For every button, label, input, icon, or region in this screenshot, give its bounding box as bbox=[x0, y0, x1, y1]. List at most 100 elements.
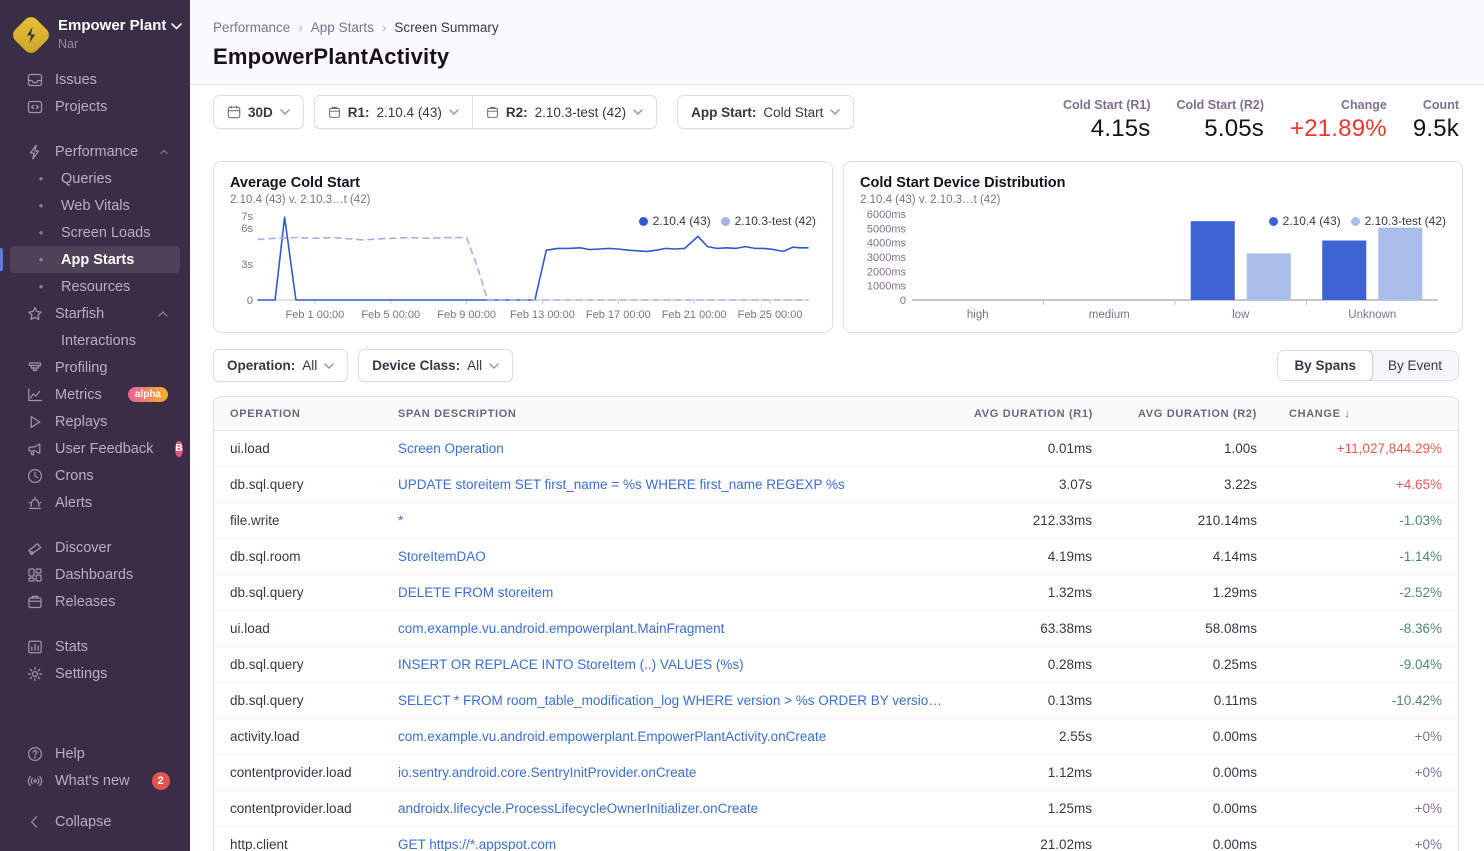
sidebar-item-screen-loads[interactable]: •Screen Loads bbox=[10, 219, 180, 246]
date-range-filter[interactable]: 30D bbox=[213, 95, 304, 129]
cell-span-description[interactable]: UPDATE storeitem SET first_name = %s WHE… bbox=[382, 467, 958, 503]
stat-change: Change+21.89% bbox=[1290, 98, 1387, 143]
release-r2-label: R2: bbox=[506, 105, 528, 120]
app-start-type-filter[interactable]: App Start: Cold Start bbox=[677, 95, 854, 129]
sidebar-item-label: User Feedback bbox=[55, 441, 153, 457]
svg-text:Feb 9 00:00: Feb 9 00:00 bbox=[437, 309, 496, 321]
cell-span-description[interactable]: androidx.lifecycle.ProcessLifecycleOwner… bbox=[382, 791, 958, 827]
app-root: Empower Plant Nar IssuesProjects Performa… bbox=[0, 0, 1484, 851]
badge-what-s-new: 2 bbox=[152, 772, 170, 790]
cell-operation: contentprovider.load bbox=[214, 755, 382, 791]
cell-span-description[interactable]: * bbox=[382, 503, 958, 539]
cell-span-description[interactable]: Screen Operation bbox=[382, 431, 958, 467]
cell-change: +4.65% bbox=[1273, 467, 1458, 503]
column-header-description[interactable]: SPAN DESCRIPTION bbox=[382, 397, 958, 431]
breadcrumb: Performance › App Starts › Screen Summar… bbox=[213, 20, 1459, 35]
sidebar-item-discover[interactable]: Discover bbox=[10, 534, 180, 561]
cell-span-description[interactable]: com.example.vu.android.empowerplant.Empo… bbox=[382, 719, 958, 755]
sidebar-item-dashboards[interactable]: Dashboards bbox=[10, 561, 180, 588]
releases-icon bbox=[26, 594, 44, 610]
sidebar-item-user-feedback[interactable]: User FeedbackB bbox=[10, 435, 180, 462]
sidebar-item-interactions[interactable]: Interactions bbox=[10, 327, 180, 354]
device-class-filter[interactable]: Device Class: All bbox=[358, 349, 513, 382]
cell-span-description[interactable]: DELETE FROM storeitem bbox=[382, 575, 958, 611]
sidebar-item-help[interactable]: Help bbox=[10, 740, 180, 767]
sidebar-item-settings[interactable]: Settings bbox=[10, 660, 180, 687]
chevron-down-icon bbox=[633, 109, 643, 115]
cell-span-description[interactable]: com.example.vu.android.empowerplant.Main… bbox=[382, 611, 958, 647]
svg-text:Feb 25 00:00: Feb 25 00:00 bbox=[738, 309, 803, 321]
sidebar-item-releases[interactable]: Releases bbox=[10, 588, 180, 615]
cell-avg-duration-r1: 0.28ms bbox=[958, 647, 1108, 683]
cell-span-description[interactable]: INSERT OR REPLACE INTO StoreItem (..) VA… bbox=[382, 647, 958, 683]
cell-span-description[interactable]: StoreItemDAO bbox=[382, 539, 958, 575]
starfish-icon bbox=[26, 306, 44, 322]
cell-avg-duration-r2: 1.29ms bbox=[1108, 575, 1273, 611]
sidebar-item-profiling[interactable]: Profiling bbox=[10, 354, 180, 381]
cell-avg-duration-r1: 63.38ms bbox=[958, 611, 1108, 647]
bullet-icon: • bbox=[32, 171, 50, 186]
cell-avg-duration-r2: 210.14ms bbox=[1108, 503, 1273, 539]
sidebar-item-collapse[interactable]: Collapse bbox=[10, 808, 180, 835]
sidebar-item-starfish[interactable]: Starfish bbox=[10, 300, 180, 327]
legend-dot-icon bbox=[1269, 217, 1278, 226]
cell-avg-duration-r2: 1.00s bbox=[1108, 431, 1273, 467]
svg-text:Feb 5 00:00: Feb 5 00:00 bbox=[361, 309, 420, 321]
issues-icon bbox=[26, 72, 44, 88]
sidebar-item-projects[interactable]: Projects bbox=[10, 93, 180, 120]
column-header-operation[interactable]: OPERATION bbox=[214, 397, 382, 431]
operation-filter[interactable]: Operation: All bbox=[213, 349, 348, 382]
table-row: contentprovider.loadio.sentry.android.co… bbox=[214, 755, 1458, 791]
legend-item[interactable]: 2.10.3-test (42) bbox=[721, 214, 816, 228]
profiling-icon bbox=[26, 360, 44, 376]
sidebar-item-issues[interactable]: Issues bbox=[10, 66, 180, 93]
cell-avg-duration-r1: 1.32ms bbox=[958, 575, 1108, 611]
sidebar-item-web-vitals[interactable]: •Web Vitals bbox=[10, 192, 180, 219]
legend-item[interactable]: 2.10.4 (43) bbox=[639, 214, 711, 228]
sidebar-item-metrics[interactable]: Metricsalpha bbox=[10, 381, 180, 408]
operation-filter-value: All bbox=[302, 358, 317, 373]
toggle-by-event[interactable]: By Event bbox=[1372, 351, 1458, 380]
column-header-avg-r1[interactable]: AVG DURATION (R1) bbox=[958, 397, 1108, 431]
sidebar-item-stats[interactable]: Stats bbox=[10, 633, 180, 660]
legend-item[interactable]: 2.10.4 (43) bbox=[1269, 214, 1341, 228]
sidebar-item-queries[interactable]: • Queries bbox=[10, 165, 180, 192]
cell-span-description[interactable]: SELECT * FROM room_table_modification_lo… bbox=[382, 683, 958, 719]
column-header-change[interactable]: CHANGE ↓ bbox=[1273, 397, 1458, 431]
cell-change: -1.03% bbox=[1273, 503, 1458, 539]
release-r2-filter[interactable]: R2: 2.10.3-test (42) bbox=[473, 96, 656, 128]
svg-text:0: 0 bbox=[900, 295, 906, 307]
sidebar-item-crons[interactable]: Crons bbox=[10, 462, 180, 489]
sidebar-item-alerts[interactable]: Alerts bbox=[10, 489, 180, 516]
spans-table: OPERATION SPAN DESCRIPTION AVG DURATION … bbox=[213, 396, 1459, 851]
breadcrumb-app-starts[interactable]: App Starts bbox=[311, 20, 374, 35]
cell-span-description[interactable]: io.sentry.android.core.SentryInitProvide… bbox=[382, 755, 958, 791]
release-icon bbox=[486, 106, 499, 119]
sidebar-item-label: App Starts bbox=[61, 252, 134, 268]
sidebar-item-label: Replays bbox=[55, 414, 107, 430]
table-row: db.sql.queryUPDATE storeitem SET first_n… bbox=[214, 467, 1458, 503]
table-row: ui.loadScreen Operation0.01ms1.00s+11,02… bbox=[214, 431, 1458, 467]
sidebar-item-resources[interactable]: •Resources bbox=[10, 273, 180, 300]
sidebar-item-app-starts[interactable]: •App Starts bbox=[10, 246, 180, 273]
cell-avg-duration-r2: 0.25ms bbox=[1108, 647, 1273, 683]
org-switcher[interactable]: Empower Plant Nar bbox=[0, 12, 190, 64]
alerts-icon bbox=[26, 495, 44, 511]
column-header-avg-r2[interactable]: AVG DURATION (R2) bbox=[1108, 397, 1273, 431]
sidebar-item-label: Queries bbox=[61, 171, 112, 187]
sidebar-item-replays[interactable]: Replays bbox=[10, 408, 180, 435]
chevron-down-icon bbox=[449, 109, 459, 115]
toggle-by-spans[interactable]: By Spans bbox=[1277, 350, 1373, 381]
legend-item[interactable]: 2.10.3-test (42) bbox=[1351, 214, 1446, 228]
legend-dot-icon bbox=[639, 217, 648, 226]
sidebar-item-label: Resources bbox=[61, 279, 130, 295]
cell-span-description[interactable]: GET https://*.appspot.com bbox=[382, 827, 958, 851]
breadcrumb-performance[interactable]: Performance bbox=[213, 20, 290, 35]
cell-avg-duration-r2: 3.22s bbox=[1108, 467, 1273, 503]
collapse-icon bbox=[26, 814, 44, 830]
release-r1-filter[interactable]: R1: 2.10.4 (43) bbox=[315, 96, 472, 128]
sidebar-item-what-s-new[interactable]: What's new2 bbox=[10, 767, 180, 794]
sidebar-item-performance[interactable]: Performance bbox=[10, 138, 180, 165]
sidebar-item-label: Help bbox=[55, 746, 85, 762]
svg-text:7s: 7s bbox=[241, 211, 253, 223]
